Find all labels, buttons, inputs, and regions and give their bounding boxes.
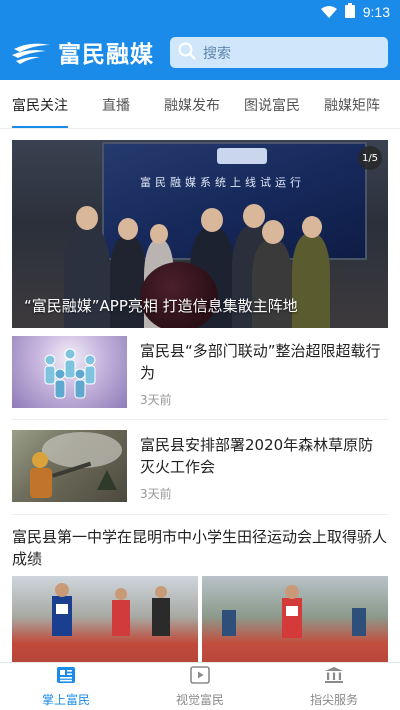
- logo-swoosh-icon: [10, 39, 54, 65]
- news-title: 富民县“多部门联动”整治超限超载行为: [140, 342, 381, 382]
- news-item[interactable]: 富民县第一中学在昆明市中小学生田径运动会上取得骄人成绩: [12, 526, 388, 666]
- app-logo: 富民融媒: [10, 24, 154, 80]
- tab-media-release[interactable]: 融媒发布: [164, 80, 220, 129]
- news-title: 富民县安排部署2020年森林草原防灭火工作会: [140, 436, 374, 476]
- runners-photo-left: [12, 576, 198, 666]
- battery-icon: [344, 2, 355, 22]
- runners-photo-right: [202, 576, 388, 666]
- tab-live[interactable]: 直播: [102, 80, 130, 129]
- search-placeholder: 搜索: [203, 45, 231, 62]
- video-icon: [190, 666, 210, 688]
- nav-fingertip-service[interactable]: 指尖服务: [284, 663, 384, 710]
- carousel-counter: 1/5: [358, 146, 382, 170]
- news-item[interactable]: 富民县安排部署2020年森林草原防灭火工作会 3天前: [12, 430, 388, 504]
- divider: [12, 514, 388, 515]
- nav-label: 视觉富民: [175, 693, 224, 707]
- news-item[interactable]: 富民县“多部门联动”整治超限超载行为 3天前: [12, 336, 388, 410]
- news-time: 3天前: [140, 487, 172, 501]
- banner-carousel[interactable]: 富民融媒系统上线试运行 1/5 “富民融媒”APP亮相 打造信息集散主阵地: [12, 140, 388, 328]
- nav-visual-fumin[interactable]: 视觉富民: [150, 663, 250, 710]
- newspaper-icon: [56, 666, 76, 688]
- nav-handheld-fumin[interactable]: 掌上富民: [16, 663, 116, 710]
- tab-fumin-focus[interactable]: 富民关注: [12, 80, 68, 129]
- nav-label: 掌上富民: [41, 693, 90, 707]
- banner-screen-logo: [217, 148, 267, 164]
- status-time: 9:13: [362, 4, 390, 20]
- app-header: 富民融媒 搜索: [0, 24, 400, 80]
- nav-label: 指尖服务: [309, 693, 358, 707]
- divider: [12, 419, 388, 420]
- paper-people-image: [12, 336, 127, 408]
- news-time: 3天前: [140, 393, 172, 407]
- news-title: 富民县第一中学在昆明市中小学生田径运动会上取得骄人成绩: [12, 528, 388, 568]
- banner-caption: “富民融媒”APP亮相 打造信息集散主阵地: [24, 297, 298, 315]
- wifi-icon: [320, 3, 337, 22]
- app-name: 富民融媒: [58, 42, 154, 68]
- building-icon: [324, 666, 344, 688]
- banner-screen-text: 富民融媒系统上线试运行: [140, 176, 305, 189]
- status-bar: 9:13: [0, 0, 400, 24]
- category-tabs: 富民关注 直播 融媒发布 图说富民 融媒矩阵: [0, 80, 400, 129]
- tab-picture-fumin[interactable]: 图说富民: [244, 80, 300, 129]
- bottom-navigation: 掌上富民 视觉富民 指尖服务: [0, 662, 400, 710]
- search-input[interactable]: 搜索: [170, 37, 388, 68]
- firefighter-image: [12, 430, 127, 502]
- tab-media-matrix[interactable]: 融媒矩阵: [324, 80, 380, 129]
- search-icon: [178, 42, 196, 64]
